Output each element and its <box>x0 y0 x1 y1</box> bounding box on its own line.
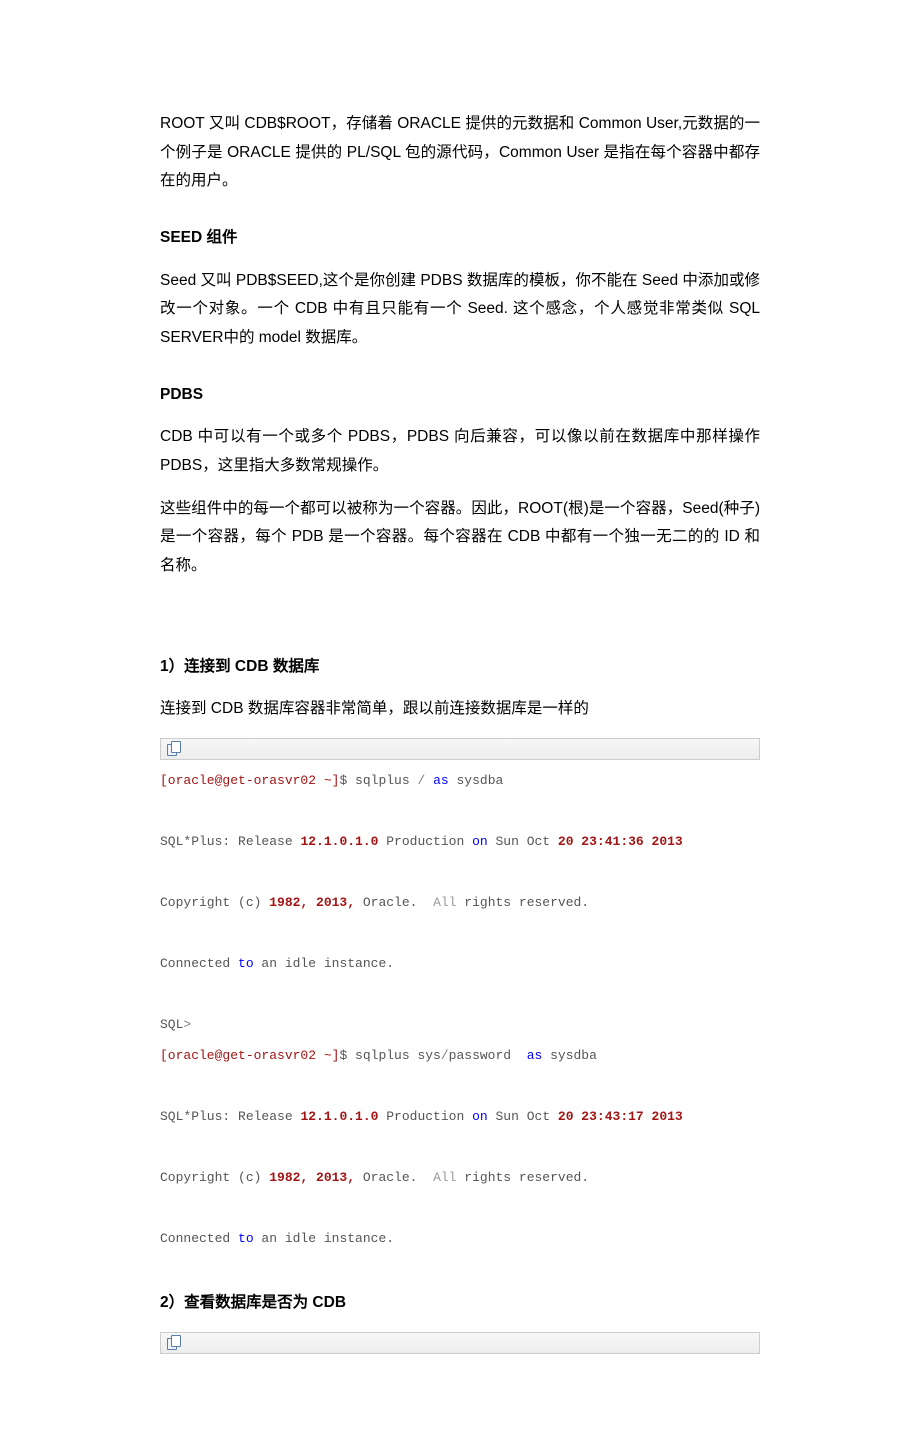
heading-section-1: 1）连接到 CDB 数据库 <box>160 653 760 682</box>
heading-pdbs: PDBS <box>160 381 760 410</box>
heading-seed: SEED 组件 <box>160 224 760 253</box>
code-toolbar-2 <box>160 1332 760 1354</box>
paragraph-seed: Seed 又叫 PDB$SEED,这个是你创建 PDBS 数据库的模板，你不能在… <box>160 267 760 353</box>
copy-icon[interactable] <box>167 742 181 756</box>
paragraph-pdbs-1: CDB 中可以有一个或多个 PDBS，PDBS 向后兼容，可以像以前在数据库中那… <box>160 423 760 480</box>
paragraph-h1-desc: 连接到 CDB 数据库容器非常简单，跟以前连接数据库是一样的 <box>160 695 760 724</box>
copy-icon[interactable] <box>167 1336 181 1350</box>
paragraph-root: ROOT 又叫 CDB$ROOT，存储着 ORACLE 提供的元数据和 Comm… <box>160 110 760 196</box>
heading-section-2: 2）查看数据库是否为 CDB <box>160 1289 760 1318</box>
document-page: ROOT 又叫 CDB$ROOT，存储着 ORACLE 提供的元数据和 Comm… <box>0 0 920 1434</box>
code-toolbar-1 <box>160 738 760 760</box>
code-block-1: [oracle@get-orasvr02 ~]$ sqlplus / as sy… <box>160 760 760 1261</box>
paragraph-pdbs-2: 这些组件中的每一个都可以被称为一个容器。因此，ROOT(根)是一个容器，Seed… <box>160 495 760 581</box>
